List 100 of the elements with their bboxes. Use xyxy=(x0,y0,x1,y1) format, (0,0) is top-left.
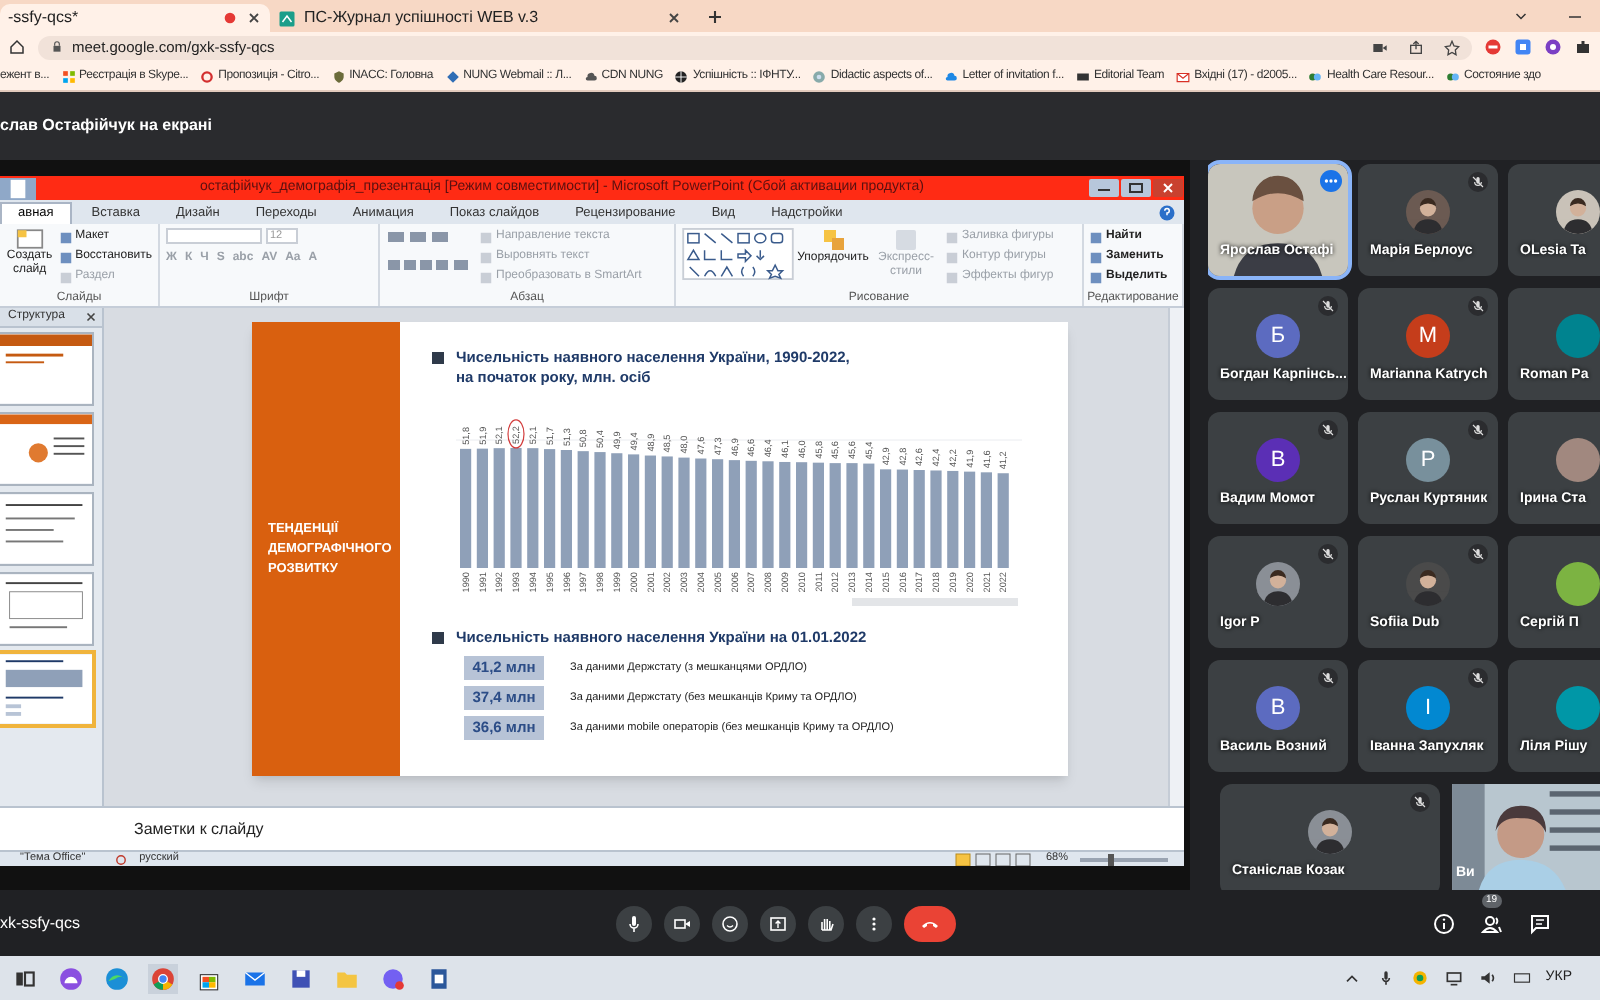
style-tile-icon xyxy=(894,228,918,252)
letter-avatar: M xyxy=(1406,314,1450,358)
grid-icon[interactable] xyxy=(61,69,76,83)
info-icon[interactable] xyxy=(1432,911,1456,935)
browser-swirl-icon[interactable] xyxy=(104,965,130,991)
small-square-icon xyxy=(1090,251,1102,263)
lock-icon xyxy=(50,40,64,54)
close-icon[interactable] xyxy=(84,310,98,324)
chart-bar xyxy=(527,448,539,568)
cloud-icon[interactable] xyxy=(944,69,959,83)
maximize-icon[interactable] xyxy=(1120,178,1152,198)
chart-bar xyxy=(947,470,959,568)
task-view-icon[interactable] xyxy=(12,965,38,991)
present-screen-button[interactable] xyxy=(760,905,796,941)
chart-bar xyxy=(560,450,572,568)
small-square-icon xyxy=(1090,271,1102,283)
slider-thumb[interactable] xyxy=(1107,853,1114,865)
speaker-icon[interactable] xyxy=(1477,968,1498,988)
close-icon[interactable] xyxy=(1152,178,1184,198)
document-icon xyxy=(278,9,296,27)
browser-tab[interactable]: -ssfy-qcs* xyxy=(0,4,270,32)
end-call-button[interactable] xyxy=(904,905,956,941)
small-square-icon xyxy=(946,271,958,283)
letter-avatar: Б xyxy=(1256,314,1300,358)
share-icon[interactable] xyxy=(1408,39,1424,55)
smiley-button[interactable] xyxy=(712,905,748,941)
circle-icon[interactable] xyxy=(1544,38,1562,56)
smiley-icon xyxy=(718,911,742,935)
diamond-icon[interactable] xyxy=(445,69,460,83)
chrome-icon[interactable] xyxy=(150,965,176,991)
new-tab-icon[interactable] xyxy=(706,8,724,26)
small-square-icon xyxy=(480,251,492,263)
slide-thumbnail[interactable] xyxy=(0,574,92,644)
more-vertical-button[interactable] xyxy=(856,905,892,941)
help-icon[interactable] xyxy=(1158,204,1176,222)
chart-bar xyxy=(863,463,875,568)
chart-bar xyxy=(762,461,774,568)
font-name-field[interactable] xyxy=(166,228,262,244)
envelope-icon[interactable] xyxy=(1176,69,1191,83)
people-icon[interactable] xyxy=(1480,911,1504,935)
slide-thumbnail[interactable] xyxy=(0,494,92,564)
home-icon[interactable] xyxy=(8,38,26,56)
slide-thumbnail[interactable] xyxy=(0,414,92,484)
slide-thumbnail[interactable] xyxy=(0,654,92,724)
chart-bar xyxy=(728,460,740,568)
globe-icon[interactable] xyxy=(674,69,689,83)
letter-avatar: І xyxy=(1406,686,1450,730)
camera-icon[interactable] xyxy=(1372,39,1388,55)
small-square-icon xyxy=(1090,231,1102,243)
chart-bar xyxy=(964,471,976,568)
minimize-icon[interactable] xyxy=(1088,178,1120,198)
document-icon[interactable] xyxy=(0,177,36,199)
letter-avatar: В xyxy=(1256,686,1300,730)
chart-bar xyxy=(644,455,656,568)
microphone-button[interactable] xyxy=(616,905,652,941)
chart-bar xyxy=(476,448,488,568)
stacked-squares-icon xyxy=(821,228,845,252)
star-icon[interactable] xyxy=(1444,39,1460,55)
chart-bar xyxy=(678,457,690,568)
scrollbar[interactable] xyxy=(1168,308,1184,806)
small-square-icon xyxy=(59,231,72,243)
chart-bar xyxy=(544,449,556,568)
letter-avatar: В xyxy=(1256,438,1300,482)
chart-bar xyxy=(460,448,472,568)
colorful-circle-icon[interactable] xyxy=(1409,968,1430,988)
chat-icon[interactable] xyxy=(1528,911,1552,935)
cloud-icon[interactable] xyxy=(583,69,598,83)
ring-icon[interactable] xyxy=(200,69,215,83)
raised-hand-button[interactable] xyxy=(808,905,844,941)
shield-icon[interactable] xyxy=(331,69,346,83)
round-app-icon[interactable] xyxy=(58,965,84,991)
translate-icon[interactable] xyxy=(1514,38,1532,56)
chart-bar xyxy=(745,460,757,568)
chart-bar xyxy=(812,462,824,568)
chart-bar xyxy=(779,461,791,568)
document-icon[interactable] xyxy=(426,965,452,991)
square-bullet-icon xyxy=(432,352,444,364)
chart-bar xyxy=(997,473,1009,568)
presenting-label: слав Остафійчук на екрані xyxy=(0,114,212,138)
stop-sign-icon[interactable] xyxy=(1484,38,1502,56)
chart-bar xyxy=(594,452,606,568)
more-options-icon[interactable] xyxy=(1320,170,1342,192)
chart-bar xyxy=(913,470,925,568)
chart-bar xyxy=(930,470,942,568)
meeting-code: xk-ssfy-qcs xyxy=(0,911,80,935)
close-icon[interactable] xyxy=(666,10,682,26)
video-camera-button[interactable] xyxy=(664,905,700,941)
monitor-icon[interactable] xyxy=(1443,968,1464,988)
chart-bar xyxy=(829,463,841,568)
slide-thumbnail[interactable] xyxy=(0,334,92,404)
small-square-icon xyxy=(59,251,72,263)
keyboard-icon[interactable] xyxy=(1511,968,1532,988)
chart-bar xyxy=(712,459,724,568)
close-icon[interactable] xyxy=(246,10,262,26)
chart-bar xyxy=(695,458,707,568)
notes-field[interactable]: Заметки к слайду xyxy=(0,806,1184,850)
small-square-icon xyxy=(480,231,492,243)
browser-tab[interactable]: ПС-Журнал успішності WEB v.3 xyxy=(270,4,690,32)
chart-bar xyxy=(880,469,892,568)
shapes-gallery-drawing[interactable] xyxy=(682,228,794,280)
